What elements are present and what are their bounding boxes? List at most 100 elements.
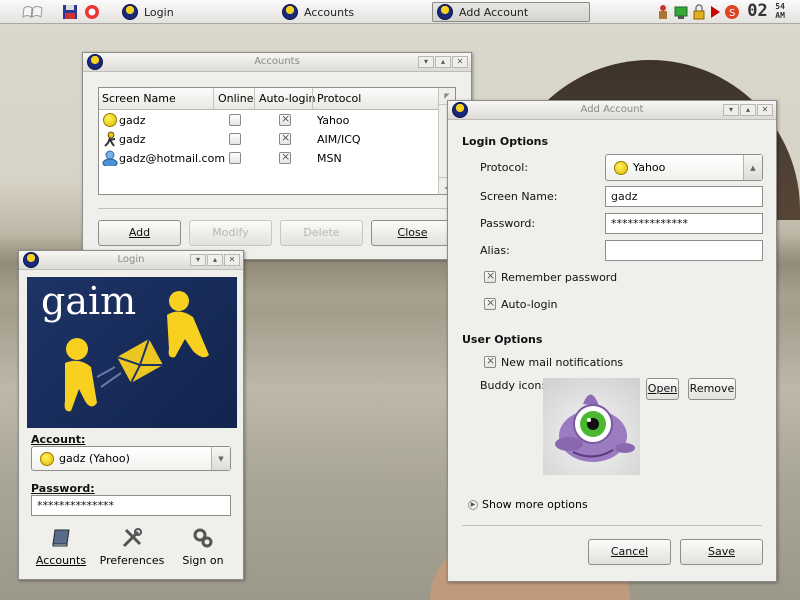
- minimize-icon[interactable]: ▾: [418, 56, 434, 68]
- open-button-label: Open: [647, 382, 678, 395]
- auto-login-checkbox[interactable]: [279, 112, 291, 126]
- maximize-icon[interactable]: ▴: [740, 104, 756, 116]
- window-controls: ▾ ▴ ✕: [190, 254, 240, 266]
- account-combo[interactable]: gadz (Yahoo) ▼: [31, 446, 231, 471]
- auto-login-checkbox[interactable]: [279, 131, 291, 145]
- screen-name-field[interactable]: gadz: [605, 186, 763, 207]
- row-screen-name: gadz@hotmail.com: [119, 152, 226, 165]
- clock[interactable]: 020 54 AM: [747, 1, 785, 21]
- row-protocol: MSN: [317, 152, 342, 165]
- auto-login-checkbox[interactable]: [279, 150, 291, 164]
- floppy-save-icon[interactable]: [62, 4, 78, 20]
- buddy-icon-image: [543, 378, 640, 475]
- delete-button[interactable]: Delete: [280, 220, 363, 246]
- protocol-label: Protocol:: [480, 161, 529, 174]
- col-screen-name[interactable]: Screen Name: [102, 92, 176, 105]
- login-window: Login ▾ ▴ ✕ gaim Account: gadz (Yahoo) ▼ P…: [18, 250, 244, 580]
- show-more-options-expander[interactable]: ▶ Show more options: [468, 498, 588, 511]
- tray-network-icon[interactable]: [673, 4, 689, 20]
- sign-on-action[interactable]: Sign on: [175, 527, 231, 567]
- taskbar-login-label: Login: [144, 5, 174, 19]
- auto-login-label[interactable]: Auto-login: [501, 298, 558, 311]
- tray-app-icon[interactable]: [656, 4, 670, 20]
- account-combo-value: gadz (Yahoo): [59, 452, 130, 465]
- login-window-title: Login: [117, 254, 145, 265]
- help-lifebuoy-icon[interactable]: [84, 4, 100, 20]
- add-account-window: Add Account ▾ ▴ ✕ Login Options Protocol: …: [447, 100, 777, 582]
- yahoo-smiley-icon: [614, 160, 628, 175]
- password-label: Password:: [31, 482, 95, 495]
- preferences-action[interactable]: Preferences: [99, 527, 165, 567]
- accounts-window-title: Accounts: [254, 56, 300, 67]
- gaim-icon: [122, 4, 138, 20]
- close-icon[interactable]: ✕: [224, 254, 240, 266]
- maximize-icon[interactable]: ▴: [435, 56, 451, 68]
- alias-field[interactable]: [605, 240, 763, 261]
- separator: [98, 208, 456, 209]
- gaim-icon: [282, 4, 298, 20]
- yahoo-smiley-icon: [40, 451, 54, 466]
- accounts-action[interactable]: Accounts: [33, 527, 89, 567]
- clock-ampm: AM: [775, 11, 785, 20]
- protocol-combo-value: Yahoo: [633, 161, 666, 174]
- online-checkbox[interactable]: [229, 133, 241, 145]
- yahoo-smiley-icon: [103, 113, 117, 127]
- system-tray: S: [652, 2, 744, 22]
- maximize-icon[interactable]: ▴: [207, 254, 223, 266]
- row-screen-name: gadz: [119, 133, 146, 146]
- buddy-icon-label: Buddy icon:: [480, 379, 546, 392]
- remember-password-checkbox[interactable]: [484, 269, 496, 283]
- open-buddy-icon-button[interactable]: Open: [646, 378, 679, 400]
- modify-button[interactable]: Modify: [189, 220, 272, 246]
- tray-lock-icon[interactable]: [692, 4, 706, 20]
- chevron-down-icon[interactable]: ▼: [211, 447, 230, 470]
- top-panel: Login Accounts Add Account S 020 54 AM: [0, 0, 800, 24]
- online-checkbox[interactable]: [229, 114, 241, 126]
- accounts-list: Screen Name Online Auto-login Protocol ◤…: [98, 87, 456, 195]
- close-icon[interactable]: ✕: [757, 104, 773, 116]
- col-online[interactable]: Online: [213, 88, 253, 109]
- gaim-logo-banner: gaim: [27, 277, 237, 428]
- tray-play-icon[interactable]: [709, 4, 721, 20]
- alias-label: Alias:: [480, 244, 510, 257]
- password-field-value: **************: [611, 217, 688, 230]
- aim-running-man-icon: [104, 131, 116, 147]
- close-button[interactable]: Close: [371, 220, 454, 246]
- new-mail-label[interactable]: New mail notifications: [501, 356, 623, 369]
- close-icon[interactable]: ✕: [452, 56, 468, 68]
- user-options-heading: User Options: [462, 333, 543, 346]
- minimize-icon[interactable]: ▾: [723, 104, 739, 116]
- add-button[interactable]: Add: [98, 220, 181, 246]
- password-field[interactable]: **************: [605, 213, 763, 234]
- table-row[interactable]: gadz Yahoo: [99, 111, 439, 130]
- chevron-down-icon[interactable]: ▲: [743, 155, 762, 180]
- separator: [462, 525, 762, 526]
- remove-buddy-icon-button[interactable]: Remove: [688, 378, 736, 400]
- taskbar-add-account[interactable]: Add Account: [432, 2, 590, 22]
- accounts-titlebar[interactable]: Accounts ▾ ▴ ✕: [83, 53, 471, 72]
- online-checkbox[interactable]: [229, 152, 241, 164]
- table-row[interactable]: gadz AIM/ICQ: [99, 130, 439, 149]
- col-auto-login[interactable]: Auto-login: [254, 88, 316, 109]
- minimize-icon[interactable]: ▾: [190, 254, 206, 266]
- add-account-titlebar[interactable]: Add Account ▾ ▴ ✕: [448, 101, 776, 120]
- taskbar-accounts[interactable]: Accounts: [278, 2, 358, 22]
- new-mail-checkbox[interactable]: [484, 354, 496, 368]
- row-protocol: AIM/ICQ: [317, 133, 361, 146]
- login-titlebar[interactable]: Login ▾ ▴ ✕: [19, 251, 243, 270]
- taskbar-login[interactable]: Login: [118, 2, 178, 22]
- show-more-options-label: Show more options: [482, 498, 588, 511]
- protocol-combo[interactable]: Yahoo ▲: [605, 154, 763, 181]
- screen-name-label: Screen Name:: [480, 190, 558, 203]
- taskbar-accounts-label: Accounts: [304, 5, 355, 19]
- tray-gaim-status-icon[interactable]: S: [724, 4, 740, 20]
- password-field[interactable]: **************: [31, 495, 231, 516]
- main-menu-icon[interactable]: [18, 2, 48, 22]
- remove-button-label: Remove: [689, 382, 735, 395]
- col-protocol[interactable]: Protocol: [312, 88, 361, 109]
- cancel-button[interactable]: Cancel: [588, 539, 671, 565]
- save-button[interactable]: Save: [680, 539, 763, 565]
- remember-password-label[interactable]: Remember password: [501, 271, 617, 284]
- table-row[interactable]: gadz@hotmail.com MSN: [99, 149, 439, 168]
- auto-login-checkbox[interactable]: [484, 296, 496, 310]
